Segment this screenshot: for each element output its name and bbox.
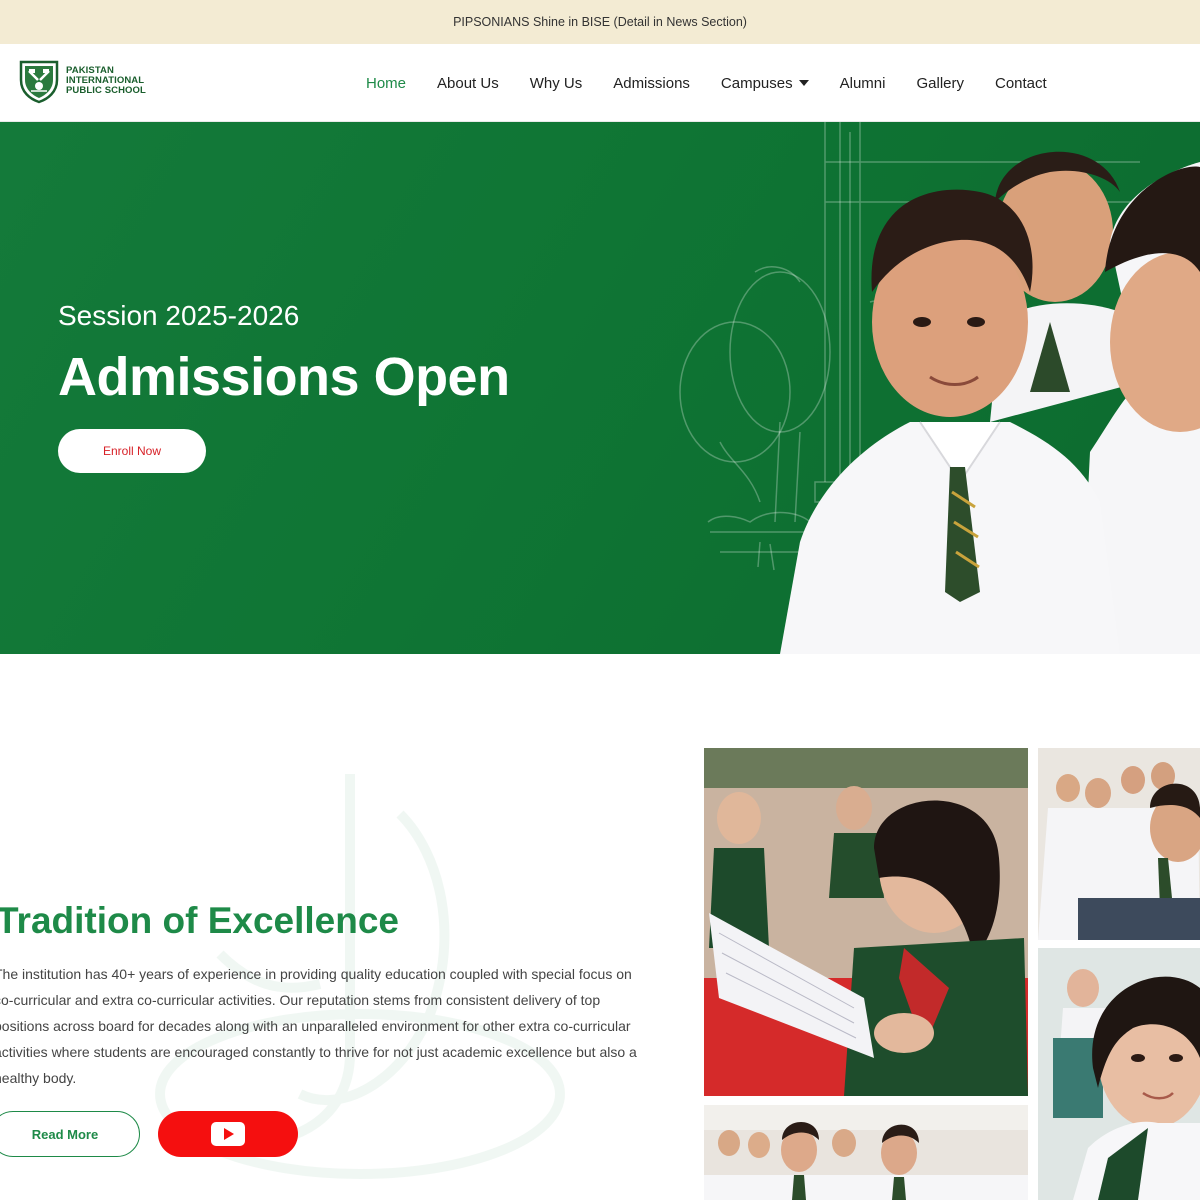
youtube-button[interactable] — [158, 1111, 298, 1157]
caret-down-icon[interactable] — [798, 80, 809, 86]
about-section: Tradition of Excellence The institution … — [0, 654, 1200, 1200]
school-crest-icon — [19, 60, 59, 104]
hero-title: Admissions Open — [58, 347, 510, 407]
hero-session-text: Session 2025-2026 — [58, 300, 300, 331]
enroll-now-button[interactable]: Enroll Now — [58, 429, 206, 473]
about-paragraph: The institution has 40+ years of experie… — [0, 966, 637, 1086]
about-title: Tradition of Excellence — [0, 900, 400, 941]
youtube-play-icon[interactable] — [211, 1122, 245, 1146]
nav-why-us[interactable]: Why Us — [530, 75, 583, 92]
announcement-text[interactable]: PIPSONIANS Shine in BISE (Detail in News… — [453, 15, 747, 29]
logo-wordmark: PAKISTAN INTERNATIONAL PUBLIC SCHOOL — [66, 65, 146, 96]
nav-contact[interactable]: Contact — [995, 75, 1047, 92]
site-logo[interactable]: PAKISTAN INTERNATIONAL PUBLIC SCHOOL — [18, 58, 146, 104]
nav-campuses[interactable]: Campuses — [721, 75, 809, 92]
gallery-photo-smiling-girl — [1038, 948, 1200, 1200]
gallery-photo-reading-student — [704, 748, 1028, 1096]
gallery-photo-boys-classroom — [1038, 748, 1200, 940]
gallery-photo-young-students — [704, 1105, 1028, 1200]
hero-banner: Session 2025-2026 Admissions Open Enroll… — [0, 122, 1200, 654]
read-more-button[interactable]: Read More — [0, 1111, 140, 1157]
main-navbar: PAKISTAN INTERNATIONAL PUBLIC SCHOOL Hom… — [0, 44, 1200, 122]
main-nav: Home About Us Why Us Admissions Campuses… — [366, 44, 1078, 122]
nav-home[interactable]: Home — [366, 75, 406, 92]
nav-about-us[interactable]: About Us — [437, 75, 499, 92]
nav-gallery[interactable]: Gallery — [916, 75, 964, 92]
nav-admissions[interactable]: Admissions — [613, 75, 690, 92]
students-photo — [780, 151, 1200, 654]
nav-alumni[interactable]: Alumni — [840, 75, 886, 92]
announcement-bar[interactable]: PIPSONIANS Shine in BISE (Detail in News… — [0, 0, 1200, 44]
